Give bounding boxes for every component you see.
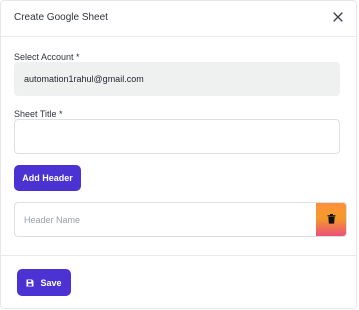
close-icon[interactable] xyxy=(331,10,345,24)
footer-divider xyxy=(1,255,356,256)
sheet-title-label: Sheet Title * xyxy=(14,109,63,119)
create-google-sheet-dialog: Create Google Sheet Select Account * aut… xyxy=(0,0,357,309)
dialog-header: Create Google Sheet xyxy=(1,1,356,37)
select-account-field[interactable]: automation1rahul@gmail.com xyxy=(14,62,340,96)
header-name-input[interactable] xyxy=(15,203,317,236)
save-button[interactable]: Save xyxy=(17,269,71,296)
trash-icon xyxy=(327,211,336,229)
add-header-button[interactable]: Add Header xyxy=(14,165,81,191)
delete-header-button[interactable] xyxy=(316,203,346,236)
select-account-label: Select Account * xyxy=(14,52,80,62)
floppy-disk-icon xyxy=(26,279,34,287)
dialog-title: Create Google Sheet xyxy=(14,12,108,23)
sheet-title-input[interactable] xyxy=(14,119,340,154)
save-label: Save xyxy=(40,277,62,288)
header-row xyxy=(14,202,347,237)
